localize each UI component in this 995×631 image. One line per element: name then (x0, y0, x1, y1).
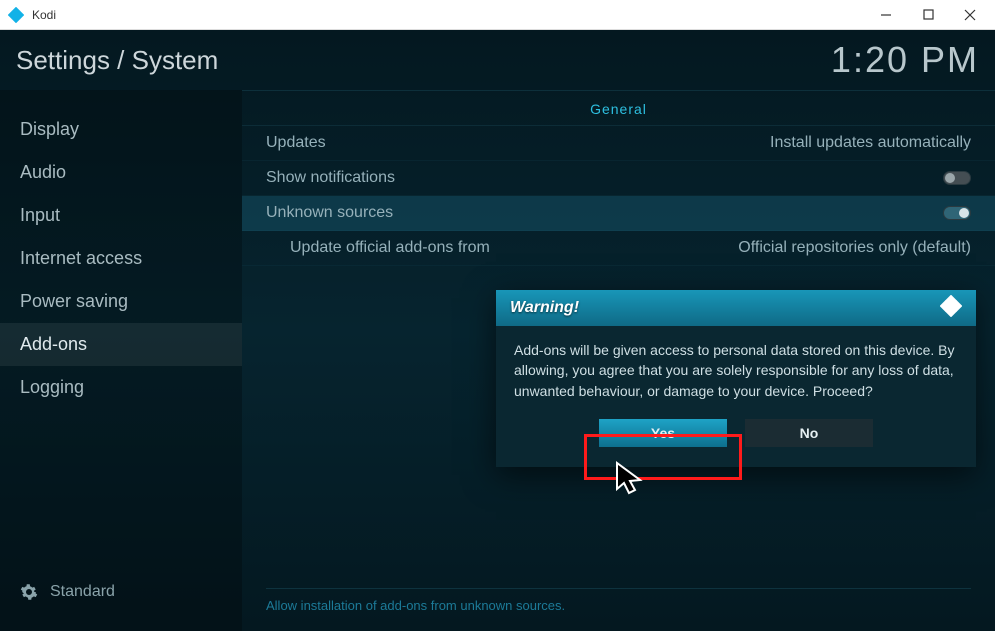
cursor-icon (615, 461, 645, 502)
setting-row-updates[interactable]: Updates Install updates automatically (242, 126, 995, 161)
setting-value: Official repositories only (default) (738, 239, 971, 257)
setting-label: Show notifications (266, 169, 395, 187)
sidebar-item-display[interactable]: Display (0, 108, 242, 151)
sidebar-item-audio[interactable]: Audio (0, 151, 242, 194)
sidebar-item-power-saving[interactable]: Power saving (0, 280, 242, 323)
setting-label: Updates (266, 134, 326, 152)
gear-icon (20, 583, 38, 601)
dialog-buttons: Yes No (496, 413, 976, 467)
window-controls (877, 6, 987, 24)
app-root: Settings / System 1:20 PM DisplayAudioIn… (0, 30, 995, 631)
toggle-switch[interactable] (943, 171, 971, 185)
breadcrumb: Settings / System (16, 45, 218, 76)
setting-row-unknown-sources[interactable]: Unknown sources (242, 196, 995, 231)
settings-level-label: Standard (50, 583, 115, 601)
dialog-title-text: Warning! (510, 299, 579, 317)
sidebar-item-add-ons[interactable]: Add-ons (0, 323, 242, 366)
setting-value: Install updates automatically (770, 134, 971, 152)
window-titlebar: Kodi (0, 0, 995, 30)
clock: 1:20 PM (831, 39, 979, 81)
app-body: DisplayAudioInputInternet accessPower sa… (0, 90, 995, 631)
kodi-logo-icon (940, 295, 962, 322)
maximize-button[interactable] (919, 6, 937, 24)
kodi-logo-icon (8, 7, 24, 23)
settings-level[interactable]: Standard (0, 569, 242, 631)
app-header: Settings / System 1:20 PM (0, 30, 995, 90)
sidebar: DisplayAudioInputInternet accessPower sa… (0, 90, 242, 631)
section-header: General (242, 91, 995, 126)
toggle-switch[interactable] (943, 206, 971, 220)
close-button[interactable] (961, 6, 979, 24)
yes-button[interactable]: Yes (599, 419, 727, 447)
setting-row-update-official-add-ons-from[interactable]: Update official add-ons from Official rep… (242, 231, 995, 266)
setting-label: Unknown sources (266, 204, 393, 222)
minimize-button[interactable] (877, 6, 895, 24)
dialog-message: Add-ons will be given access to personal… (496, 326, 976, 413)
setting-label: Update official add-ons from (290, 239, 490, 257)
setting-hint: Allow installation of add-ons from unkno… (266, 598, 565, 613)
window-title: Kodi (32, 8, 56, 22)
sidebar-item-internet-access[interactable]: Internet access (0, 237, 242, 280)
main-panel: General Updates Install updates automatic… (242, 90, 995, 631)
dialog-title: Warning! (496, 290, 976, 326)
no-button[interactable]: No (745, 419, 873, 447)
setting-row-show-notifications[interactable]: Show notifications (242, 161, 995, 196)
warning-dialog: Warning! Add-ons will be given access to… (496, 290, 976, 467)
footer-separator (266, 588, 971, 589)
sidebar-item-input[interactable]: Input (0, 194, 242, 237)
sidebar-item-logging[interactable]: Logging (0, 366, 242, 409)
